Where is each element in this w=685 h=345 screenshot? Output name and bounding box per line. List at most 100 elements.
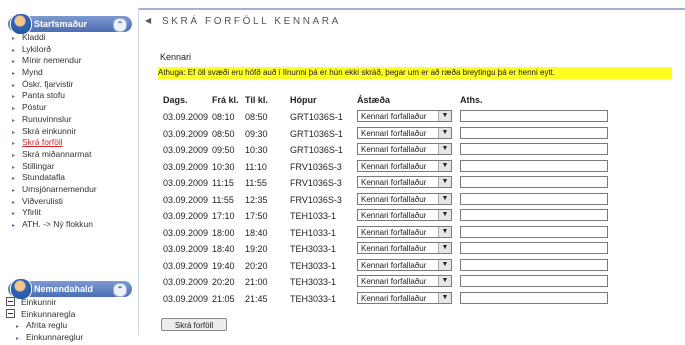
dropdown-arrow-icon[interactable]: ▼	[438, 243, 451, 253]
sidebar-item[interactable]: ▸Óskr. fjarvistir	[12, 79, 97, 91]
notes-input[interactable]	[460, 242, 608, 254]
date-cell: 03.09.2009	[163, 244, 208, 254]
sidebar-item[interactable]: ▸Kladdi	[12, 32, 97, 44]
page-title: SKRÁ FORFÖLL KENNARA	[162, 16, 341, 27]
reason-select-value: Kennari forfallaður	[361, 177, 426, 189]
dropdown-arrow-icon[interactable]: ▼	[438, 161, 451, 171]
date-cell: 03.09.2009	[163, 145, 208, 155]
group-cell: GRT1036S-1	[290, 112, 343, 122]
to-cell: 09:30	[245, 129, 268, 139]
sidebar-item[interactable]: ▸Panta stofu	[12, 90, 97, 102]
reason-select-value: Kennari forfallaður	[361, 260, 426, 272]
dropdown-arrow-icon[interactable]: ▼	[438, 177, 451, 187]
from-cell: 11:55	[212, 195, 234, 205]
from-cell: 08:50	[212, 129, 235, 139]
notes-input[interactable]	[460, 259, 608, 271]
date-cell: 03.09.2009	[163, 162, 208, 172]
table-row: 03.09.200918:0018:40TEH1033-1Kennari for…	[0, 226, 685, 242]
to-cell: 21:00	[245, 277, 268, 287]
notes-input[interactable]	[460, 176, 608, 188]
reason-select-value: Kennari forfallaður	[361, 293, 426, 305]
collapse-box-icon[interactable]	[6, 309, 15, 318]
notes-input[interactable]	[460, 209, 608, 221]
to-cell: 12:35	[245, 195, 268, 205]
chevron-up-icon[interactable]: ⌃	[113, 18, 127, 32]
date-cell: 03.09.2009	[163, 178, 208, 188]
reason-select[interactable]: Kennari forfallaður ▼	[357, 259, 452, 271]
sidebar-group[interactable]: Einkunnaregla	[6, 309, 83, 321]
group-cell: GRT1036S-1	[290, 145, 343, 155]
sidebar-item-label: Mynd	[22, 67, 43, 77]
sidebar-item-label: Einkunnaregla	[21, 309, 75, 319]
reason-select[interactable]: Kennari forfallaður ▼	[357, 242, 452, 254]
to-cell: 18:40	[245, 228, 268, 238]
staff-panel-title: Starfsmaður	[34, 16, 87, 32]
group-cell: TEH1033-1	[290, 228, 336, 238]
notes-input[interactable]	[460, 143, 608, 155]
dropdown-arrow-icon[interactable]: ▼	[438, 128, 451, 138]
to-cell: 20:20	[245, 261, 268, 271]
notes-input[interactable]	[460, 292, 608, 304]
dropdown-arrow-icon[interactable]: ▼	[438, 260, 451, 270]
notes-input[interactable]	[460, 275, 608, 287]
sidebar-item[interactable]: ▸Mynd	[12, 67, 97, 79]
bullet-icon: ▸	[16, 334, 26, 345]
sidebar-item[interactable]: ▸Lykilorð	[12, 44, 97, 56]
sidebar-item[interactable]: ▸Einkunnareglur	[6, 332, 83, 344]
dropdown-arrow-icon[interactable]: ▼	[438, 293, 451, 303]
notes-input[interactable]	[460, 193, 608, 205]
dropdown-arrow-icon[interactable]: ▼	[438, 276, 451, 286]
from-cell: 17:10	[212, 211, 235, 221]
header-group: Hópur	[290, 95, 317, 105]
reason-select[interactable]: Kennari forfallaður▼	[357, 110, 452, 122]
from-cell: 10:30	[212, 162, 235, 172]
notes-input[interactable]	[460, 226, 608, 238]
reason-select-value: Kennari forfallaður	[361, 144, 426, 156]
table-row: 03.09.200918:4019:20TEH3033-1Kennari for…	[0, 242, 685, 258]
dropdown-arrow-icon[interactable]: ▼	[438, 194, 451, 204]
dropdown-arrow-icon[interactable]: ▼	[438, 111, 451, 121]
table-row: 03.09.200919:4020:20TEH3033-1Kennari for…	[0, 259, 685, 275]
dropdown-arrow-icon[interactable]: ▼	[438, 144, 451, 154]
reason-select-value: Kennari forfallaður	[361, 243, 426, 255]
reason-select[interactable]: Kennari forfallaður ▼	[357, 193, 452, 205]
reason-select[interactable]: Kennari forfallaður ▼	[357, 292, 452, 304]
staff-panel-header[interactable]: Starfsmaður ⌃	[8, 16, 132, 32]
sidebar-item-label: Panta stofu	[22, 90, 65, 100]
date-cell: 03.09.2009	[163, 195, 208, 205]
reason-select[interactable]: Kennari forfallaður ▼	[357, 176, 452, 188]
table-row: 03.09.200909:5010:30GRT1036S-1Kennari fo…	[0, 143, 685, 159]
submit-absence-button[interactable]: Skrá forföll	[161, 318, 227, 331]
reason-select-value: Kennari forfallaður	[361, 194, 426, 206]
group-cell: FRV1036S-3	[290, 178, 342, 188]
from-cell: 09:50	[212, 145, 235, 155]
reason-select[interactable]: Kennari forfallaður▼	[357, 226, 452, 238]
reason-select[interactable]: Kennari forfallaður▼	[357, 275, 452, 287]
dropdown-arrow-icon[interactable]: ▼	[438, 227, 451, 237]
sidebar-item-label: Kladdi	[22, 32, 46, 42]
notes-input[interactable]	[460, 110, 608, 122]
table-row: 03.09.200921:0521:45TEH3033-1Kennari for…	[0, 292, 685, 308]
from-cell: 08:10	[212, 112, 235, 122]
date-cell: 03.09.2009	[163, 294, 208, 304]
section-label: Kennari	[160, 52, 191, 62]
table-row: 03.09.200911:5512:35FRV1036S-3Kennari fo…	[0, 193, 685, 209]
sidebar-item-label: Óskr. fjarvistir	[22, 79, 73, 89]
group-cell: TEH3033-1	[290, 244, 336, 254]
reason-select[interactable]: Kennari forfallaður ▼	[357, 160, 452, 172]
reason-select[interactable]: Kennari forfallaður▼	[357, 209, 452, 221]
date-cell: 03.09.2009	[163, 277, 208, 287]
collapse-arrow-icon[interactable]: ◀	[145, 16, 151, 25]
reason-select[interactable]: Kennari forfallaður ▼	[357, 143, 452, 155]
sidebar-item-label: Mínir nemendur	[22, 55, 82, 65]
notes-input[interactable]	[460, 127, 608, 139]
dropdown-arrow-icon[interactable]: ▼	[438, 210, 451, 220]
sidebar-item[interactable]: ▸Afrita reglu	[6, 320, 83, 332]
reason-select[interactable]: Kennari forfallaður ▼	[357, 127, 452, 139]
notes-input[interactable]	[460, 160, 608, 172]
to-cell: 21:45	[245, 294, 268, 304]
sidebar-item[interactable]: ▸Mínir nemendur	[12, 55, 97, 67]
reason-select-value: Kennari forfallaður	[361, 128, 426, 140]
group-cell: GRT1036S-1	[290, 129, 343, 139]
reason-select-value: Kennari forfallaður	[361, 161, 426, 173]
